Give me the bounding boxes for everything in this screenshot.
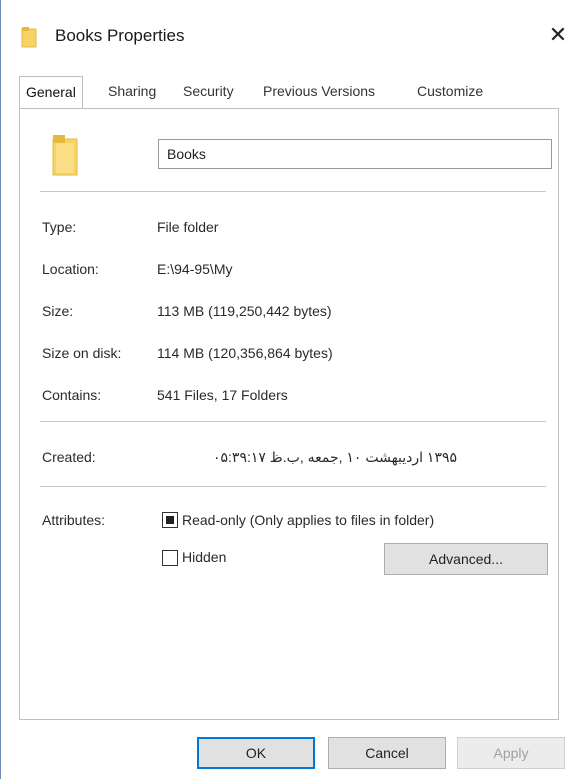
location-value: E:\94-95\My: [157, 261, 233, 277]
general-panel: Type: File folder Location: E:\94-95\My …: [19, 108, 559, 720]
folder-name-input[interactable]: [158, 139, 552, 169]
ok-button-label: OK: [245, 745, 267, 761]
cancel-button[interactable]: Cancel: [328, 737, 446, 769]
created-value: ۱۳۹۵ اردیبهشت ۱۰ ,جمعه ,ب.ظ ۰۵:۳۹:۱۷: [213, 449, 457, 465]
apply-button[interactable]: Apply: [457, 737, 565, 769]
folder-icon: [21, 27, 37, 48]
created-label: Created:: [42, 449, 96, 465]
tab-label: Previous Versions: [263, 83, 376, 99]
type-label: Type:: [42, 219, 77, 235]
apply-button-label: Apply: [493, 745, 529, 761]
tab-label: General: [26, 84, 76, 100]
divider: [40, 191, 546, 192]
divider: [40, 421, 546, 422]
divider: [40, 486, 546, 487]
properties-window: Books Properties ✕ General Sharing Secur…: [0, 0, 576, 779]
window-title: Books Properties: [55, 26, 185, 45]
tab-label: Security: [183, 83, 234, 99]
hidden-label: Hidden: [182, 549, 227, 565]
readonly-label: Read-only (Only applies to files in fold…: [182, 512, 435, 528]
size-on-disk-value: 114 MB (120,356,864 bytes): [157, 345, 333, 361]
tab-general[interactable]: General: [19, 76, 83, 108]
size-value: 113 MB (119,250,442 bytes): [157, 303, 332, 319]
tab-label: Sharing: [108, 83, 157, 99]
contains-label: Contains:: [42, 387, 102, 403]
attributes-label: Attributes:: [42, 512, 106, 528]
folder-icon: [52, 135, 78, 176]
tab-label: Customize: [417, 83, 484, 99]
readonly-checkbox[interactable]: [162, 512, 178, 528]
tab-security[interactable]: Security: [177, 78, 240, 106]
tab-customize[interactable]: Customize: [411, 78, 489, 106]
size-label: Size:: [42, 303, 74, 319]
tab-previous-versions[interactable]: Previous Versions: [257, 78, 381, 106]
tab-sharing[interactable]: Sharing: [102, 78, 162, 106]
ok-button[interactable]: OK: [197, 737, 315, 769]
hidden-checkbox[interactable]: [162, 550, 178, 566]
size-on-disk-label: Size on disk:: [42, 345, 122, 361]
title-bar: Books Properties ✕: [1, 0, 576, 70]
advanced-button-label: Advanced...: [429, 551, 503, 567]
type-value: File folder: [157, 219, 219, 235]
advanced-button[interactable]: Advanced...: [384, 543, 548, 575]
close-button[interactable]: ✕: [545, 20, 571, 50]
location-label: Location:: [42, 261, 99, 277]
cancel-button-label: Cancel: [365, 745, 409, 761]
close-icon: ✕: [548, 22, 568, 47]
contains-value: 541 Files, 17 Folders: [157, 387, 288, 403]
